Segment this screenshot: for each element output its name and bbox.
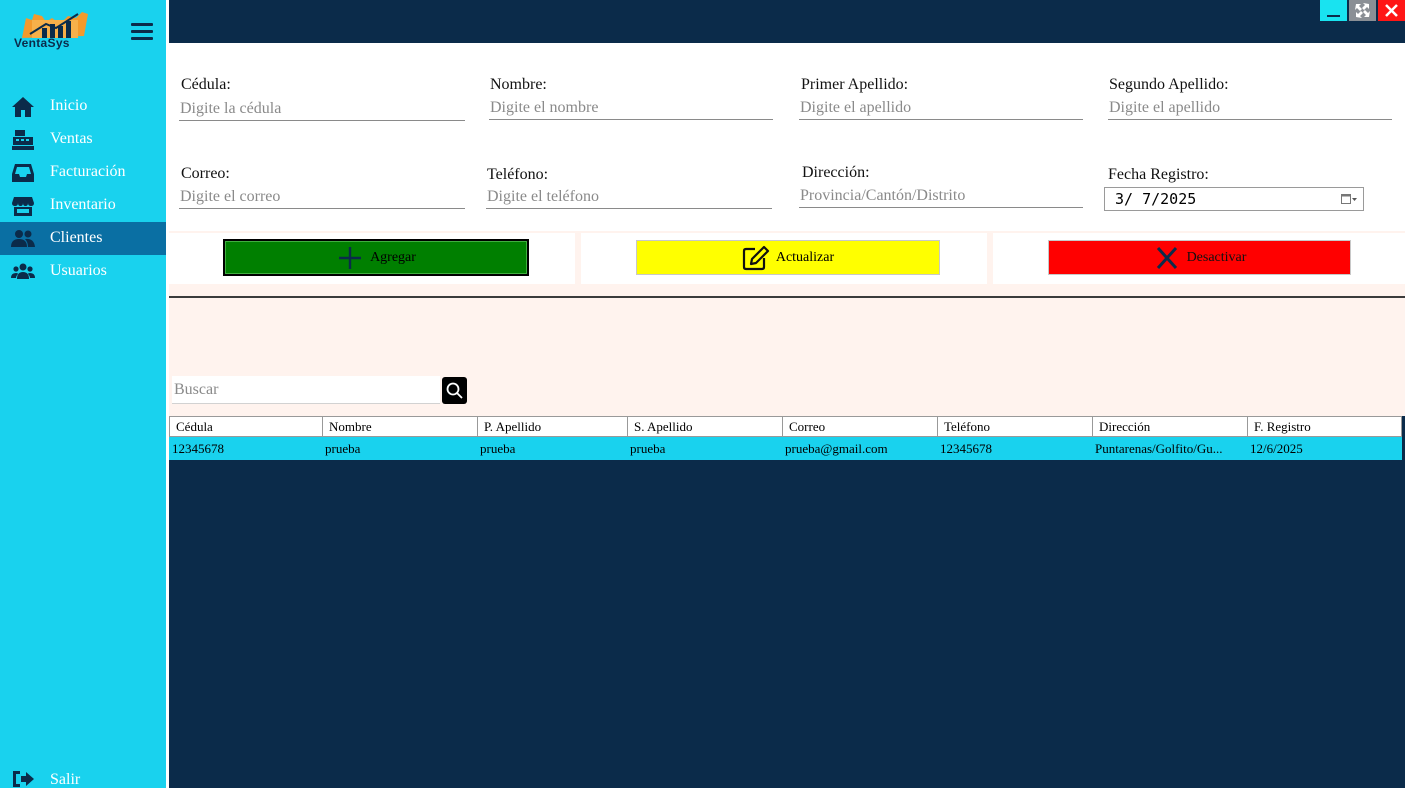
logout-button[interactable]: Salir	[0, 764, 166, 788]
telefono-field[interactable]	[486, 185, 772, 209]
column-header[interactable]: Nombre	[323, 417, 478, 436]
sidebar-item-facturacion[interactable]: Facturación	[0, 156, 166, 189]
column-header[interactable]: Correo	[783, 417, 938, 436]
nombre-field[interactable]	[489, 96, 773, 120]
search-input[interactable]	[172, 376, 440, 404]
table-cell: prueba	[325, 441, 361, 456]
section-divider	[169, 296, 1405, 298]
add-button-label: Agregar	[370, 249, 416, 265]
segundo-apellido-field[interactable]	[1108, 96, 1392, 120]
minimize-button[interactable]	[1320, 0, 1347, 21]
sidebar-item-label: Usuarios	[50, 262, 107, 279]
store-icon	[12, 197, 34, 216]
close-icon	[1385, 4, 1398, 17]
close-button[interactable]	[1378, 0, 1405, 21]
column-header[interactable]: Dirección	[1093, 417, 1248, 436]
title-bar	[169, 0, 1405, 43]
inbox-icon	[12, 164, 34, 182]
column-header[interactable]: S. Apellido	[628, 417, 783, 436]
table-cell: 12345678	[172, 441, 224, 456]
direccion-field[interactable]	[799, 184, 1083, 208]
segundo-apellido-label: Segundo Apellido:	[1109, 76, 1229, 93]
deactivate-button-label: Desactivar	[1186, 249, 1247, 265]
sidebar: VentaSys Inicio Ventas Facturación Inven…	[0, 0, 166, 788]
column-header[interactable]: P. Apellido	[478, 417, 628, 436]
table-header: Cédula Nombre P. Apellido S. Apellido Co…	[169, 416, 1402, 437]
primer-apellido-label: Primer Apellido:	[801, 76, 909, 93]
cash-register-icon	[12, 130, 34, 150]
sidebar-item-label: Inventario	[50, 196, 116, 213]
column-header[interactable]: F. Registro	[1248, 417, 1401, 436]
update-button[interactable]: Actualizar	[636, 240, 940, 275]
add-button[interactable]: Agregar	[223, 239, 529, 276]
update-button-label: Actualizar	[775, 249, 835, 265]
cedula-field[interactable]	[179, 97, 465, 121]
primer-apellido-field[interactable]	[799, 96, 1083, 120]
sidebar-item-inicio[interactable]: Inicio	[0, 90, 166, 123]
logout-icon	[13, 771, 34, 787]
column-header[interactable]: Teléfono	[938, 417, 1093, 436]
logout-label: Salir	[50, 771, 81, 788]
sidebar-item-clientes[interactable]: Clientes	[0, 222, 166, 255]
sidebar-item-ventas[interactable]: Ventas	[0, 123, 166, 156]
sidebar-item-inventario[interactable]: Inventario	[0, 189, 166, 222]
cedula-label: Cédula:	[181, 76, 231, 93]
table-row[interactable]: 12345678 prueba prueba prueba prueba@gma…	[169, 437, 1402, 461]
maximize-button[interactable]	[1349, 0, 1376, 21]
table-cell: prueba	[480, 441, 516, 456]
correo-label: Correo:	[181, 165, 230, 182]
sidebar-nav: Inicio Ventas Facturación Inventario Cli…	[0, 90, 166, 288]
table-cell: prueba	[630, 441, 666, 456]
menu-toggle-icon[interactable]	[131, 23, 153, 41]
x-icon	[1156, 246, 1177, 269]
maximize-icon	[1355, 3, 1370, 18]
table-cell: prueba@gmail.com	[785, 441, 888, 456]
calendar-dropdown-icon	[1341, 194, 1357, 204]
minimize-icon	[1327, 15, 1340, 17]
edit-icon	[742, 245, 769, 270]
fecha-registro-value: 3/ 7/2025	[1115, 190, 1197, 208]
sidebar-item-usuarios[interactable]: Usuarios	[0, 255, 166, 288]
user-group-icon	[11, 263, 35, 279]
table-cell: Puntarenas/Golfito/Gu...	[1095, 441, 1223, 456]
nombre-label: Nombre:	[490, 76, 547, 93]
search-button[interactable]	[442, 377, 467, 404]
sidebar-item-label: Ventas	[50, 130, 93, 147]
plus-icon	[339, 246, 362, 269]
sidebar-item-label: Inicio	[50, 97, 88, 114]
users-icon	[11, 230, 35, 247]
column-header[interactable]: Cédula	[170, 417, 323, 436]
fecha-registro-label: Fecha Registro:	[1108, 166, 1209, 183]
direccion-label: Dirección:	[802, 164, 870, 181]
search-icon	[446, 382, 463, 399]
deactivate-button[interactable]: Desactivar	[1048, 240, 1351, 275]
sidebar-item-label: Clientes	[50, 229, 103, 246]
table-cell: 12345678	[940, 441, 992, 456]
table-cell: 12/6/2025	[1250, 441, 1303, 456]
sidebar-item-label: Facturación	[50, 163, 126, 180]
fecha-registro-picker[interactable]: 3/ 7/2025	[1104, 187, 1364, 211]
clients-table: Cédula Nombre P. Apellido S. Apellido Co…	[169, 416, 1402, 461]
logo-text: VentaSys	[14, 36, 70, 50]
telefono-label: Teléfono:	[487, 166, 549, 183]
correo-field[interactable]	[179, 185, 465, 209]
home-icon	[12, 97, 34, 117]
